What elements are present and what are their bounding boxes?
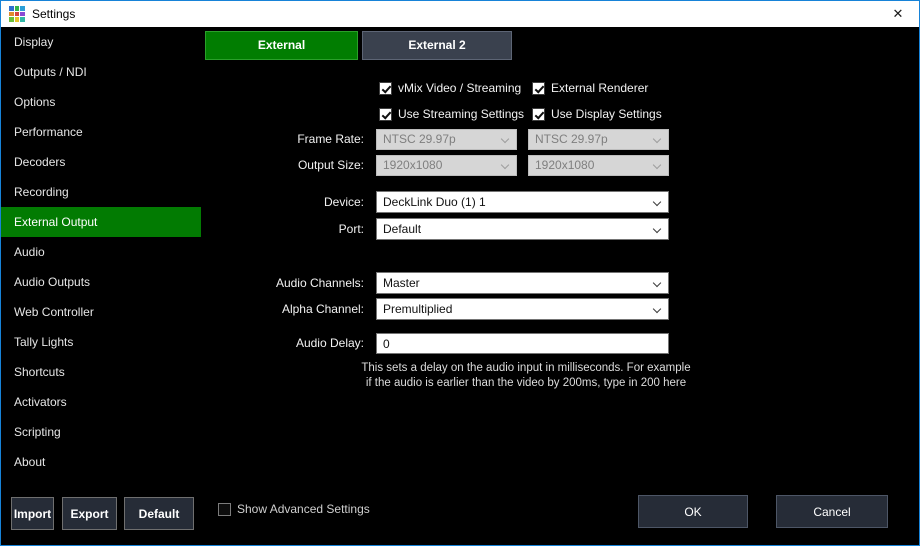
port-select[interactable]: Default xyxy=(376,218,669,240)
checkbox-label: Use Streaming Settings xyxy=(398,107,524,121)
checkbox-box-icon xyxy=(218,503,231,516)
sidebar-item-recording[interactable]: Recording xyxy=(1,177,201,207)
audio-delay-label: Audio Delay: xyxy=(201,333,364,354)
sidebar-item-external-output[interactable]: External Output xyxy=(1,207,201,237)
checkbox-label: vMix Video / Streaming xyxy=(398,81,521,95)
default-button[interactable]: Default xyxy=(124,497,194,530)
checkbox-box-icon xyxy=(379,108,392,121)
show-advanced-checkbox[interactable]: Show Advanced Settings xyxy=(218,501,370,517)
checkbox-label: Show Advanced Settings xyxy=(237,502,370,516)
port-label: Port: xyxy=(201,218,364,240)
frame-rate-value-2: NTSC 29.97p xyxy=(535,132,608,146)
titlebar: Settings ✕ xyxy=(1,1,919,27)
checkbox-box-icon xyxy=(532,108,545,121)
checkbox-label: Use Display Settings xyxy=(551,107,662,121)
vmix-logo-icon xyxy=(9,6,25,22)
sidebar-item-shortcuts[interactable]: Shortcuts xyxy=(1,357,201,387)
audio-channels-value: Master xyxy=(383,276,420,290)
use-display-settings-checkbox[interactable]: Use Display Settings xyxy=(532,106,662,122)
chevron-down-icon xyxy=(653,161,661,169)
frame-rate-select-2: NTSC 29.97p xyxy=(528,129,669,150)
alpha-channel-label: Alpha Channel: xyxy=(201,298,364,320)
external-renderer-checkbox[interactable]: External Renderer xyxy=(532,80,648,96)
sidebar-item-tally-lights[interactable]: Tally Lights xyxy=(1,327,201,357)
vmix-video-streaming-checkbox[interactable]: vMix Video / Streaming xyxy=(379,80,521,96)
chevron-down-icon xyxy=(653,198,661,206)
sidebar-item-web-controller[interactable]: Web Controller xyxy=(1,297,201,327)
sidebar-item-scripting[interactable]: Scripting xyxy=(1,417,201,447)
output-size-value-1: 1920x1080 xyxy=(383,158,442,172)
checkbox-box-icon xyxy=(379,82,392,95)
sidebar-item-activators[interactable]: Activators xyxy=(1,387,201,417)
output-size-label: Output Size: xyxy=(201,155,364,176)
output-size-select-2: 1920x1080 xyxy=(528,155,669,176)
audio-delay-input[interactable] xyxy=(376,333,669,354)
audio-channels-select[interactable]: Master xyxy=(376,272,669,294)
chevron-down-icon xyxy=(501,161,509,169)
settings-window: Settings ✕ Display Outputs / NDI Options… xyxy=(0,0,920,546)
checkbox-box-icon xyxy=(532,82,545,95)
export-button[interactable]: Export xyxy=(62,497,117,530)
sidebar: Display Outputs / NDI Options Performanc… xyxy=(1,27,201,487)
chevron-down-icon xyxy=(653,135,661,143)
chevron-down-icon xyxy=(653,225,661,233)
sidebar-item-performance[interactable]: Performance xyxy=(1,117,201,147)
settings-panel: External External 2 vMix Video / Streami… xyxy=(201,27,919,487)
checkbox-label: External Renderer xyxy=(551,81,648,95)
alpha-channel-select[interactable]: Premultiplied xyxy=(376,298,669,320)
device-select[interactable]: DeckLink Duo (1) 1 xyxy=(376,191,669,213)
tab-external-2[interactable]: External 2 xyxy=(362,31,512,60)
port-value: Default xyxy=(383,222,421,236)
device-label: Device: xyxy=(201,191,364,213)
use-streaming-settings-checkbox[interactable]: Use Streaming Settings xyxy=(379,106,524,122)
frame-rate-label: Frame Rate: xyxy=(201,129,364,150)
tab-external[interactable]: External xyxy=(205,31,358,60)
output-size-select-1: 1920x1080 xyxy=(376,155,517,176)
window-title: Settings xyxy=(32,7,75,21)
device-value: DeckLink Duo (1) 1 xyxy=(383,195,486,209)
sidebar-item-audio-outputs[interactable]: Audio Outputs xyxy=(1,267,201,297)
ok-button[interactable]: OK xyxy=(638,495,748,528)
footer-bar: Import Export Default Show Advanced Sett… xyxy=(1,487,919,545)
frame-rate-select-1: NTSC 29.97p xyxy=(376,129,517,150)
sidebar-item-outputs-ndi[interactable]: Outputs / NDI xyxy=(1,57,201,87)
frame-rate-value-1: NTSC 29.97p xyxy=(383,132,456,146)
audio-channels-label: Audio Channels: xyxy=(201,272,364,294)
cancel-button[interactable]: Cancel xyxy=(776,495,888,528)
sidebar-item-decoders[interactable]: Decoders xyxy=(1,147,201,177)
sidebar-item-audio[interactable]: Audio xyxy=(1,237,201,267)
close-icon[interactable]: ✕ xyxy=(881,3,915,25)
chevron-down-icon xyxy=(653,279,661,287)
chevron-down-icon xyxy=(501,135,509,143)
alpha-channel-value: Premultiplied xyxy=(383,302,452,316)
sidebar-item-about[interactable]: About xyxy=(1,447,201,477)
chevron-down-icon xyxy=(653,305,661,313)
import-button[interactable]: Import xyxy=(11,497,54,530)
sidebar-item-options[interactable]: Options xyxy=(1,87,201,117)
output-size-value-2: 1920x1080 xyxy=(535,158,594,172)
audio-delay-help: This sets a delay on the audio input in … xyxy=(361,361,691,391)
sidebar-item-display[interactable]: Display xyxy=(1,27,201,57)
